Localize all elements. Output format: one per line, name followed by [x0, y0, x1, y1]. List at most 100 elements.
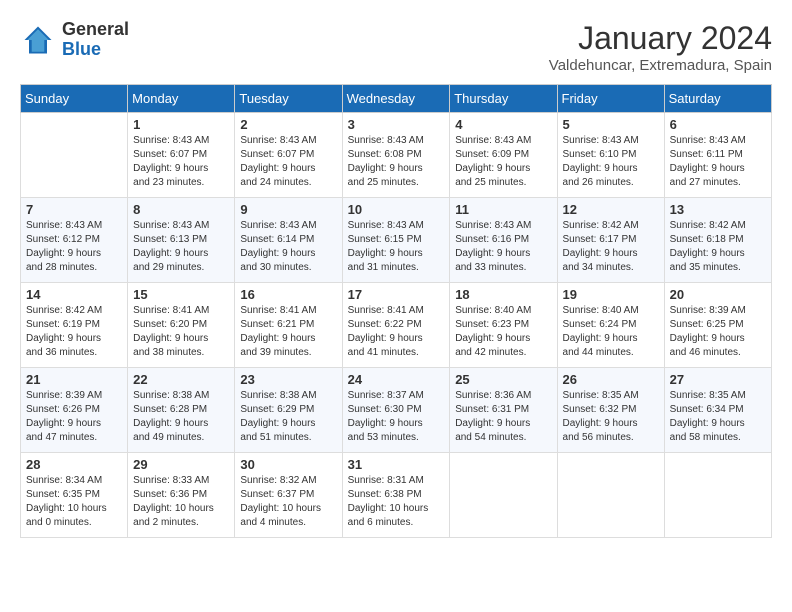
table-row: 2 Sunrise: 8:43 AM Sunset: 6:07 PM Daylig… — [235, 113, 342, 198]
day-info: Sunrise: 8:43 AM Sunset: 6:11 PM Dayligh… — [670, 134, 766, 190]
day-number: 5 — [563, 117, 659, 132]
day-number: 12 — [563, 202, 659, 217]
day-number: 28 — [26, 457, 122, 472]
day-number: 7 — [26, 202, 122, 217]
calendar-week-row: 14Sunrise: 8:42 AM Sunset: 6:19 PM Dayli… — [21, 283, 772, 368]
day-number: 20 — [670, 287, 766, 302]
day-info: Sunrise: 8:43 AM Sunset: 6:14 PM Dayligh… — [240, 219, 336, 275]
col-wednesday: Wednesday — [342, 85, 450, 113]
day-info: Sunrise: 8:43 AM Sunset: 6:08 PM Dayligh… — [348, 134, 445, 190]
day-info: Sunrise: 8:41 AM Sunset: 6:22 PM Dayligh… — [348, 304, 445, 360]
day-number: 31 — [348, 457, 445, 472]
logo-text: General Blue — [62, 20, 129, 60]
day-info: Sunrise: 8:43 AM Sunset: 6:15 PM Dayligh… — [348, 219, 445, 275]
day-info: Sunrise: 8:42 AM Sunset: 6:17 PM Dayligh… — [563, 219, 659, 275]
table-row — [557, 453, 664, 538]
day-info: Sunrise: 8:43 AM Sunset: 6:09 PM Dayligh… — [455, 134, 551, 190]
calendar-week-row: 21 Sunrise: 8:39 AM Sunset: 6:26 PM Dayli… — [21, 368, 772, 453]
location-subtitle: Valdehuncar, Extremadura, Spain — [549, 57, 772, 74]
day-number: 9 — [240, 202, 336, 217]
day-info: Sunrise: 8:32 AM Sunset: 6:37 PM Dayligh… — [240, 474, 336, 530]
day-number: 3 — [348, 117, 445, 132]
table-row: 6 Sunrise: 8:43 AM Sunset: 6:11 PM Daylig… — [664, 113, 771, 198]
table-row: 26Sunrise: 8:35 AM Sunset: 6:32 PM Dayli… — [557, 368, 664, 453]
table-row: 10 Sunrise: 8:43 AM Sunset: 6:15 PM Dayli… — [342, 198, 450, 283]
day-number: 30 — [240, 457, 336, 472]
day-number: 15 — [133, 287, 229, 302]
table-row: 7 Sunrise: 8:43 AM Sunset: 6:12 PM Daylig… — [21, 198, 128, 283]
table-row: 5 Sunrise: 8:43 AM Sunset: 6:10 PM Daylig… — [557, 113, 664, 198]
table-row: 27 Sunrise: 8:35 AM Sunset: 6:34 PM Dayli… — [664, 368, 771, 453]
day-number: 8 — [133, 202, 229, 217]
day-info: Sunrise: 8:39 AM Sunset: 6:26 PM Dayligh… — [26, 389, 122, 445]
table-row: 18 Sunrise: 8:40 AM Sunset: 6:23 PM Dayli… — [450, 283, 557, 368]
calendar-header-row: Sunday Monday Tuesday Wednesday Thursday… — [21, 85, 772, 113]
logo-general-text: General — [62, 20, 129, 40]
day-info: Sunrise: 8:41 AM Sunset: 6:21 PM Dayligh… — [240, 304, 336, 360]
day-info: Sunrise: 8:37 AM Sunset: 6:30 PM Dayligh… — [348, 389, 445, 445]
day-number: 10 — [348, 202, 445, 217]
table-row: 24Sunrise: 8:37 AM Sunset: 6:30 PM Dayli… — [342, 368, 450, 453]
col-tuesday: Tuesday — [235, 85, 342, 113]
table-row: 15Sunrise: 8:41 AM Sunset: 6:20 PM Dayli… — [128, 283, 235, 368]
day-number: 1 — [133, 117, 229, 132]
day-number: 25 — [455, 372, 551, 387]
day-number: 19 — [563, 287, 659, 302]
day-number: 29 — [133, 457, 229, 472]
table-row: 28Sunrise: 8:34 AM Sunset: 6:35 PM Dayli… — [21, 453, 128, 538]
day-number: 21 — [26, 372, 122, 387]
day-number: 6 — [670, 117, 766, 132]
day-info: Sunrise: 8:43 AM Sunset: 6:07 PM Dayligh… — [133, 134, 229, 190]
table-row: 29 Sunrise: 8:33 AM Sunset: 6:36 PM Dayli… — [128, 453, 235, 538]
col-sunday: Sunday — [21, 85, 128, 113]
day-info: Sunrise: 8:38 AM Sunset: 6:28 PM Dayligh… — [133, 389, 229, 445]
day-number: 2 — [240, 117, 336, 132]
table-row: 9 Sunrise: 8:43 AM Sunset: 6:14 PM Daylig… — [235, 198, 342, 283]
table-row: 3 Sunrise: 8:43 AM Sunset: 6:08 PM Daylig… — [342, 113, 450, 198]
table-row: 16 Sunrise: 8:41 AM Sunset: 6:21 PM Dayli… — [235, 283, 342, 368]
day-number: 17 — [348, 287, 445, 302]
day-info: Sunrise: 8:31 AM Sunset: 6:38 PM Dayligh… — [348, 474, 445, 530]
day-number: 4 — [455, 117, 551, 132]
logo: General Blue — [20, 20, 129, 60]
table-row: 1 Sunrise: 8:43 AM Sunset: 6:07 PM Daylig… — [128, 113, 235, 198]
day-info: Sunrise: 8:33 AM Sunset: 6:36 PM Dayligh… — [133, 474, 229, 530]
day-info: Sunrise: 8:42 AM Sunset: 6:18 PM Dayligh… — [670, 219, 766, 275]
day-number: 27 — [670, 372, 766, 387]
page-header: General Blue January 2024 Valdehuncar, E… — [20, 20, 772, 74]
table-row — [450, 453, 557, 538]
month-title: January 2024 — [549, 20, 772, 57]
logo-icon — [20, 22, 56, 58]
table-row — [21, 113, 128, 198]
table-row: 13Sunrise: 8:42 AM Sunset: 6:18 PM Dayli… — [664, 198, 771, 283]
day-number: 26 — [563, 372, 659, 387]
day-info: Sunrise: 8:35 AM Sunset: 6:34 PM Dayligh… — [670, 389, 766, 445]
day-number: 16 — [240, 287, 336, 302]
table-row: 25 Sunrise: 8:36 AM Sunset: 6:31 PM Dayli… — [450, 368, 557, 453]
day-info: Sunrise: 8:40 AM Sunset: 6:23 PM Dayligh… — [455, 304, 551, 360]
day-info: Sunrise: 8:40 AM Sunset: 6:24 PM Dayligh… — [563, 304, 659, 360]
day-number: 18 — [455, 287, 551, 302]
table-row: 22 Sunrise: 8:38 AM Sunset: 6:28 PM Dayli… — [128, 368, 235, 453]
day-number: 14 — [26, 287, 122, 302]
day-number: 23 — [240, 372, 336, 387]
day-info: Sunrise: 8:43 AM Sunset: 6:07 PM Dayligh… — [240, 134, 336, 190]
table-row: 4 Sunrise: 8:43 AM Sunset: 6:09 PM Daylig… — [450, 113, 557, 198]
day-info: Sunrise: 8:39 AM Sunset: 6:25 PM Dayligh… — [670, 304, 766, 360]
col-monday: Monday — [128, 85, 235, 113]
day-info: Sunrise: 8:43 AM Sunset: 6:13 PM Dayligh… — [133, 219, 229, 275]
table-row: 11Sunrise: 8:43 AM Sunset: 6:16 PM Dayli… — [450, 198, 557, 283]
table-row: 14Sunrise: 8:42 AM Sunset: 6:19 PM Dayli… — [21, 283, 128, 368]
calendar-week-row: 1 Sunrise: 8:43 AM Sunset: 6:07 PM Daylig… — [21, 113, 772, 198]
day-number: 22 — [133, 372, 229, 387]
col-saturday: Saturday — [664, 85, 771, 113]
day-info: Sunrise: 8:36 AM Sunset: 6:31 PM Dayligh… — [455, 389, 551, 445]
day-info: Sunrise: 8:43 AM Sunset: 6:10 PM Dayligh… — [563, 134, 659, 190]
table-row — [664, 453, 771, 538]
table-row: 21 Sunrise: 8:39 AM Sunset: 6:26 PM Dayli… — [21, 368, 128, 453]
table-row: 8 Sunrise: 8:43 AM Sunset: 6:13 PM Daylig… — [128, 198, 235, 283]
table-row: 17 Sunrise: 8:41 AM Sunset: 6:22 PM Dayli… — [342, 283, 450, 368]
table-row: 23Sunrise: 8:38 AM Sunset: 6:29 PM Dayli… — [235, 368, 342, 453]
col-thursday: Thursday — [450, 85, 557, 113]
day-info: Sunrise: 8:43 AM Sunset: 6:12 PM Dayligh… — [26, 219, 122, 275]
